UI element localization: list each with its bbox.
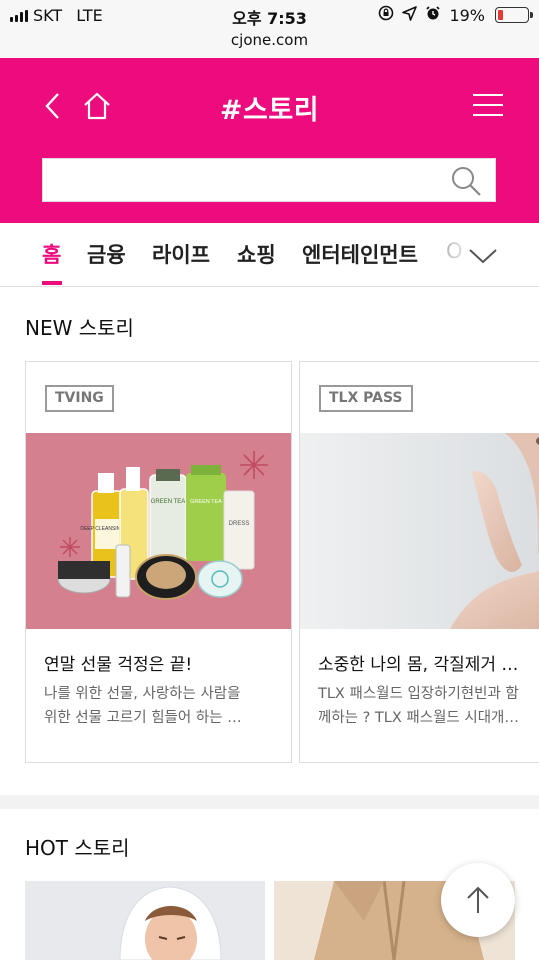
story-card[interactable]: TVING DEEP CLEANSING OIL GREEN TEA GREEN… xyxy=(25,361,292,763)
svg-text:GREEN TEA: GREEN TEA xyxy=(151,499,186,505)
tab-home[interactable]: 홈 xyxy=(42,239,61,269)
url-bar[interactable]: cjone.com xyxy=(0,30,539,58)
card-title: 연말 선물 걱정은 끝! xyxy=(44,655,193,675)
scroll-to-top-button[interactable] xyxy=(441,863,515,937)
battery-icon xyxy=(495,7,533,23)
arrow-up-icon xyxy=(467,886,489,913)
card-description: TLX 패스월드 입장하기현빈과 함 께하는 ? TLX 패스월드 시대개… xyxy=(318,682,539,730)
menu-line xyxy=(473,94,503,96)
menu-line xyxy=(473,114,503,116)
search-box[interactable] xyxy=(42,158,496,202)
tab-finance[interactable]: 금융 xyxy=(87,239,126,269)
menu-button[interactable] xyxy=(473,92,505,120)
section-divider xyxy=(0,795,539,809)
new-story-title: NEW 스토리 xyxy=(25,316,134,340)
menu-line xyxy=(473,104,503,106)
snowflake-icon xyxy=(60,537,80,557)
tab-life[interactable]: 라이프 xyxy=(152,239,210,269)
hot-story-title: HOT 스토리 xyxy=(25,836,130,860)
tab-entertainment[interactable]: 엔터테인먼트 xyxy=(302,239,418,269)
card-description-line: 께하는 ? TLX 패스월드 시대개… xyxy=(318,710,519,726)
search-input[interactable] xyxy=(43,159,443,201)
search-icon[interactable] xyxy=(449,164,483,198)
svg-text:GREEN TEA: GREEN TEA xyxy=(190,499,222,505)
category-tabs: 홈 금융 라이프 쇼핑 엔터테인먼트 O xyxy=(0,223,539,287)
skincare-model-image xyxy=(300,433,539,629)
svg-text:DRESS: DRESS xyxy=(229,521,250,527)
story-card[interactable]: TLX PASS 소중한 나의 몸, 각질제거 … TLX 패스월드 입장하기현… xyxy=(299,361,539,763)
card-title: 소중한 나의 몸, 각질제거 … xyxy=(318,655,519,675)
site-header: #스토리 xyxy=(0,58,539,223)
page-title: #스토리 xyxy=(219,95,320,126)
rotation-lock-icon xyxy=(378,5,394,25)
status-right: 19% xyxy=(378,5,533,25)
alarm-icon xyxy=(425,5,441,25)
chevron-down-icon[interactable] xyxy=(467,241,499,269)
battery-percent: 19% xyxy=(449,5,485,25)
card-description: 나를 위한 선물, 사랑하는 사람을 위한 선물 고르기 힘들어 하는 … xyxy=(44,682,276,730)
battery-fill xyxy=(498,10,503,20)
active-tab-indicator xyxy=(42,281,62,285)
card-description-line: TLX 패스월드 입장하기현빈과 함 xyxy=(318,686,519,702)
card-description-line: 위한 선물 고르기 힘들어 하는 … xyxy=(44,710,242,726)
snowflake-icon xyxy=(240,451,268,479)
card-badge: TVING xyxy=(45,385,114,412)
location-icon xyxy=(402,5,418,25)
card-badge: TLX PASS xyxy=(319,385,413,412)
person-in-towel-image xyxy=(25,881,265,960)
hot-story-thumbnail[interactable] xyxy=(25,881,265,960)
cosmetics-image: DEEP CLEANSING OIL GREEN TEA GREEN TEA D… xyxy=(26,433,291,629)
card-description-line: 나를 위한 선물, 사랑하는 사람을 xyxy=(44,686,241,702)
card-thumbnail: DEEP CLEANSING OIL GREEN TEA GREEN TEA D… xyxy=(26,433,291,629)
tab-shopping[interactable]: 쇼핑 xyxy=(237,239,276,269)
status-bar: SKT LTE 오후 7:53 19% xyxy=(0,0,539,30)
card-thumbnail xyxy=(300,433,539,629)
